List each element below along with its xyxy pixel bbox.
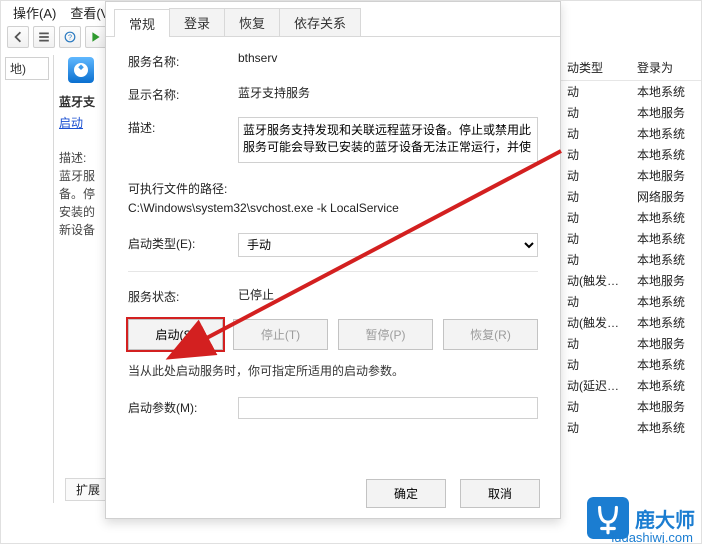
services-icon: [68, 57, 94, 83]
service-name-value: bthserv: [238, 51, 538, 65]
list-row[interactable]: 动本地服务: [561, 333, 701, 354]
services-list: 动类型 登录为 动本地系统动本地服务动本地系统动本地系统动本地服务动网络服务动本…: [561, 55, 701, 489]
left-pane: 地): [1, 55, 54, 503]
service-properties-dialog: 常规 登录 恢复 依存关系 服务名称: bthserv 显示名称: 蓝牙支持服务…: [105, 1, 561, 519]
watermark-url: ludashiwj.com: [611, 530, 693, 544]
ok-button[interactable]: 确定: [366, 479, 446, 508]
list-row[interactable]: 动本地服务: [561, 396, 701, 417]
description-label: 描述:: [128, 117, 238, 136]
display-name-label: 显示名称:: [128, 84, 238, 103]
list-row[interactable]: 动本地系统: [561, 354, 701, 375]
tab-recovery[interactable]: 恢复: [224, 8, 280, 36]
toolbar-back-icon[interactable]: [7, 26, 29, 48]
list-row[interactable]: 动本地服务: [561, 165, 701, 186]
start-params-label: 启动参数(M):: [128, 397, 238, 416]
list-row[interactable]: 动本地服务: [561, 102, 701, 123]
services-detail-pane: 蓝牙支 启动 描述: 蓝牙服 备。停 安装的 新设备: [53, 55, 109, 503]
service-title: 蓝牙支: [59, 93, 103, 110]
service-name-label: 服务名称:: [128, 51, 238, 70]
cancel-button[interactable]: 取消: [460, 479, 540, 508]
list-row[interactable]: 动网络服务: [561, 186, 701, 207]
list-row[interactable]: 动本地系统: [561, 417, 701, 438]
dialog-tabs: 常规 登录 恢复 依存关系: [106, 2, 560, 37]
list-row[interactable]: 动(触发…本地系统: [561, 312, 701, 333]
list-row[interactable]: 动本地系统: [561, 228, 701, 249]
exe-path-value: C:\Windows\system32\svchost.exe -k Local…: [128, 201, 399, 215]
startup-type-label: 启动类型(E):: [128, 233, 238, 252]
list-row[interactable]: 动本地系统: [561, 123, 701, 144]
list-row[interactable]: 动本地系统: [561, 207, 701, 228]
startup-type-select[interactable]: 手动: [238, 233, 538, 257]
menu-action[interactable]: 操作(A): [11, 1, 58, 24]
toolbar-list-icon[interactable]: [33, 26, 55, 48]
list-row[interactable]: 动本地系统: [561, 81, 701, 102]
list-row[interactable]: 动本地系统: [561, 249, 701, 270]
watermark-brand: 鹿大师: [635, 504, 695, 533]
stop-button: 停止(T): [233, 319, 328, 350]
exe-path-label: 可执行文件的路径:: [128, 180, 227, 197]
list-row[interactable]: 动本地系统: [561, 144, 701, 165]
start-params-input: [238, 397, 538, 419]
list-row[interactable]: 动本地系统: [561, 291, 701, 312]
service-status-label: 服务状态:: [128, 286, 238, 305]
toolbar-help-icon[interactable]: ?: [59, 26, 81, 48]
service-desc-left: 描述: 蓝牙服 备。停 安装的 新设备: [59, 149, 103, 239]
tab-general[interactable]: 常规: [114, 9, 170, 37]
main-menu: 操作(A) 查看(V): [11, 1, 116, 24]
col-logon-as[interactable]: 登录为: [631, 55, 701, 80]
tab-dependencies[interactable]: 依存关系: [279, 8, 361, 36]
display-name-value: 蓝牙支持服务: [238, 84, 538, 101]
service-status-value: 已停止: [238, 286, 538, 303]
start-params-note: 当从此处启动服务时，你可指定所适用的启动参数。: [128, 362, 538, 379]
service-control-buttons: 启动(S) 停止(T) 暂停(P) 恢复(R): [128, 319, 538, 350]
pause-button: 暂停(P): [338, 319, 433, 350]
start-service-link[interactable]: 启动: [59, 114, 109, 131]
col-startup-type[interactable]: 动类型: [561, 55, 631, 80]
start-button[interactable]: 启动(S): [128, 319, 223, 350]
address-field[interactable]: 地): [5, 57, 49, 80]
list-row[interactable]: 动(触发…本地服务: [561, 270, 701, 291]
tab-logon[interactable]: 登录: [169, 8, 225, 36]
list-row[interactable]: 动(延迟…本地系统: [561, 375, 701, 396]
list-header[interactable]: 动类型 登录为: [561, 55, 701, 81]
toolbar-play-icon[interactable]: [85, 26, 107, 48]
resume-button: 恢复(R): [443, 319, 538, 350]
description-textarea[interactable]: 蓝牙服务支持发现和关联远程蓝牙设备。停止或禁用此服务可能会导致已安装的蓝牙设备无…: [238, 117, 538, 163]
svg-text:?: ?: [68, 32, 72, 41]
